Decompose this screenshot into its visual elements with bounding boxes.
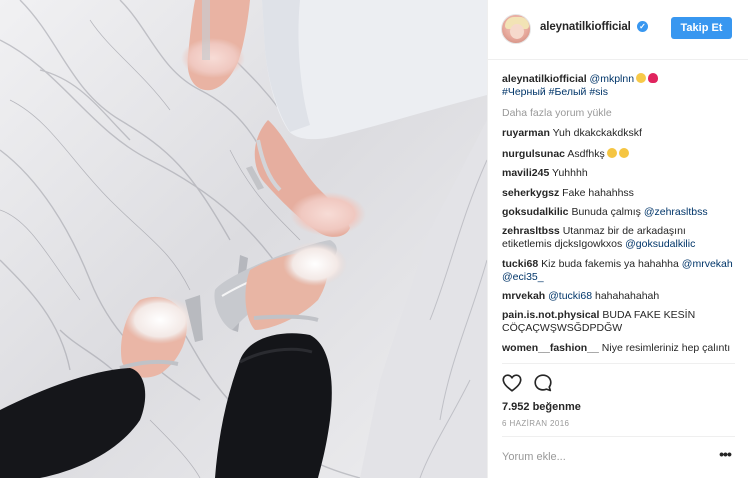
divider (502, 363, 735, 364)
caption-hashtags[interactable]: #Черный #Белый #sis (502, 86, 608, 98)
post-date[interactable]: 6 HAZİRAN 2016 (502, 419, 569, 428)
comment-item: zehrasltbss Utanmaz bir de arkadaşını et… (502, 225, 738, 251)
comment-item: ruyarman Yuh dkakckakdkskf (502, 127, 738, 140)
action-bar (488, 372, 748, 396)
post-sidebar: aleynatilkiofficial ✓ Takip Et aleynatil… (487, 0, 748, 478)
post-image (0, 0, 487, 478)
comment-item: mavili245 Yuhhhh (502, 167, 738, 180)
add-comment-input[interactable] (502, 446, 702, 468)
comment-mention[interactable]: @goksudalkilic (625, 238, 695, 250)
comment-text: Kiz buda fakemis ya hahahha (541, 258, 679, 270)
post-caption: aleynatilkiofficial @mkplnn #Черный #Бел… (502, 73, 738, 99)
comment-text: Fake hahahhss (562, 187, 634, 199)
caption-mention[interactable]: @mkplnn (590, 73, 635, 85)
comment-item: mrvekah @tucki68 hahahahahah (502, 290, 738, 303)
kiss-mark-emoji (648, 73, 659, 83)
post-photo[interactable] (0, 0, 487, 478)
likes-count[interactable]: 7.952 beğenme (502, 401, 581, 413)
comment-text: Bunuda çalmış (571, 206, 641, 218)
comment-username[interactable]: pain.is.not.physical (502, 309, 599, 321)
comment-bubble-icon[interactable] (532, 372, 554, 394)
comment-mention[interactable]: @tucki68 (548, 290, 592, 302)
comment-username[interactable]: mavili245 (502, 167, 549, 179)
follow-button[interactable]: Takip Et (671, 17, 732, 39)
comment-item: pain.is.not.physical BUDA FAKE KESİN CÖÇ… (502, 309, 738, 335)
comment-item: seherkygsz Fake hahahhss (502, 187, 738, 200)
comment-username[interactable]: seherkygsz (502, 187, 559, 199)
comment-username[interactable]: mrvekah (502, 290, 545, 302)
crying-face-emoji (618, 148, 629, 158)
header-username[interactable]: aleynatilkiofficial (540, 21, 631, 33)
divider (502, 436, 735, 437)
comment-mention[interactable]: @eci35_ (502, 271, 544, 283)
comment-username[interactable]: women__fashion__ (502, 342, 599, 354)
comment-text: hahahahahah (594, 290, 660, 302)
comment-username[interactable]: ruyarman (502, 127, 550, 139)
avatar[interactable] (501, 14, 531, 44)
comment-text: Yuh dkakckakdkskf (552, 127, 642, 139)
cat-face-emoji (636, 73, 647, 83)
post-header: aleynatilkiofficial ✓ Takip Et (488, 0, 748, 60)
heart-icon[interactable] (501, 372, 523, 394)
comment-item: goksudalkilic Bunuda çalmış @zehrasltbss (502, 206, 738, 219)
instagram-post: aleynatilkiofficial ✓ Takip Et aleynatil… (0, 0, 748, 478)
comment-username[interactable]: zehrasltbss (502, 225, 560, 237)
load-more-comments-link[interactable]: Daha fazla yorum yükle (502, 107, 612, 119)
caption-username[interactable]: aleynatilkiofficial (502, 73, 587, 85)
avatar-face (510, 24, 524, 39)
comment-text: Yuhhhh (552, 167, 588, 179)
comment-username[interactable]: goksudalkilic (502, 206, 569, 218)
comment-item: tucki68 Kiz buda fakemis ya hahahha @mrv… (502, 258, 738, 284)
comments-section: aleynatilkiofficial @mkplnn #Черный #Бел… (488, 62, 748, 364)
comment-mention[interactable]: @mrvekah (682, 258, 733, 270)
verified-badge-icon: ✓ (637, 21, 648, 32)
comment-username[interactable]: nurgulsunac (502, 148, 565, 160)
comment-text: Niye resimleriniz hep çalıntı (601, 342, 731, 354)
comment-item: women__fashion__ Niye resimleriniz hep ç… (502, 342, 738, 355)
comment-text: Asdfhkş (567, 148, 605, 160)
comment-username[interactable]: tucki68 (502, 258, 538, 270)
comment-mention[interactable]: @zehrasltbss (644, 206, 708, 218)
comment-item: nurgulsunac Asdfhkş (502, 148, 738, 161)
crying-face-emoji (606, 148, 617, 158)
more-options-icon[interactable]: ••• (714, 445, 736, 467)
